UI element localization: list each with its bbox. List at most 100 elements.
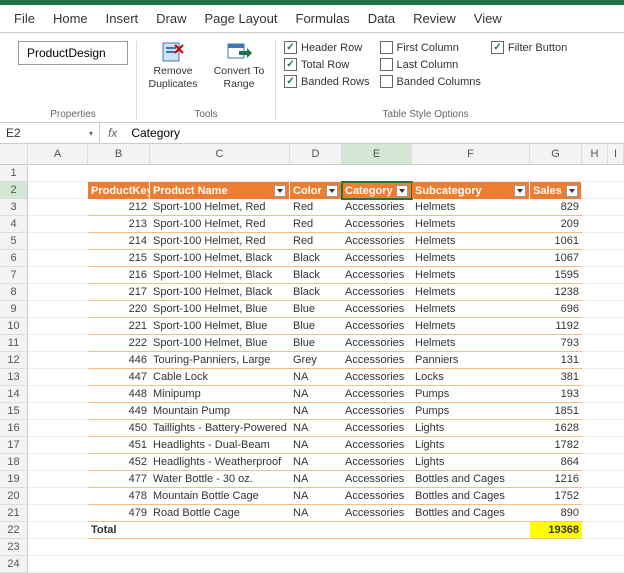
cell-sales[interactable]: 1628 (530, 420, 582, 437)
cell-subcategory[interactable]: Bottles and Cages (412, 505, 530, 522)
cell-color[interactable]: Blue (290, 301, 342, 318)
opt-header-row[interactable]: Header Row (284, 41, 370, 54)
col-header-G[interactable]: G (530, 144, 582, 165)
filter-dropdown-icon[interactable] (566, 185, 578, 197)
cell-color[interactable]: Blue (290, 318, 342, 335)
name-box[interactable]: E2▾ (0, 123, 100, 143)
cell-productkey[interactable]: 215 (88, 250, 150, 267)
table-header-subcategory[interactable]: Subcategory (412, 182, 530, 199)
cell-subcategory[interactable]: Locks (412, 369, 530, 386)
cell-productname[interactable]: Water Bottle - 30 oz. (150, 471, 290, 488)
cell-productkey[interactable]: 479 (88, 505, 150, 522)
cell-sales[interactable]: 1067 (530, 250, 582, 267)
cell-productname[interactable]: Sport-100 Helmet, Blue (150, 335, 290, 352)
cell[interactable] (28, 403, 88, 420)
cell-sales[interactable]: 1238 (530, 284, 582, 301)
cell[interactable] (28, 556, 88, 573)
cell-productkey[interactable]: 449 (88, 403, 150, 420)
cell-sales[interactable]: 1216 (530, 471, 582, 488)
cell-subcategory[interactable]: Lights (412, 420, 530, 437)
cell-color[interactable]: Red (290, 199, 342, 216)
cell[interactable] (530, 556, 582, 573)
cell[interactable] (290, 539, 342, 556)
cell[interactable] (582, 386, 608, 403)
menu-insert[interactable]: Insert (106, 11, 139, 26)
menu-view[interactable]: View (474, 11, 502, 26)
cell-category[interactable]: Accessories (342, 352, 412, 369)
cell[interactable] (582, 182, 608, 199)
col-header-E[interactable]: E (342, 144, 412, 165)
cell-category[interactable]: Accessories (342, 199, 412, 216)
row-header-9[interactable]: 9 (0, 301, 28, 318)
cell-productkey[interactable]: 214 (88, 233, 150, 250)
table-header-sales[interactable]: Sales (530, 182, 582, 199)
cell[interactable] (28, 216, 88, 233)
cell-category[interactable]: Accessories (342, 437, 412, 454)
opt-total-row[interactable]: Total Row (284, 58, 370, 71)
opt-banded-columns[interactable]: Banded Columns (380, 75, 481, 88)
menu-home[interactable]: Home (53, 11, 88, 26)
formula-input[interactable] (125, 123, 624, 143)
cell[interactable] (28, 369, 88, 386)
cell[interactable] (28, 386, 88, 403)
cell-subcategory[interactable]: Pumps (412, 386, 530, 403)
col-header-F[interactable]: F (412, 144, 530, 165)
row-header-22[interactable]: 22 (0, 522, 28, 539)
cell-color[interactable]: Blue (290, 335, 342, 352)
cell-productkey[interactable]: 450 (88, 420, 150, 437)
cell-color[interactable]: NA (290, 437, 342, 454)
cell-color[interactable]: NA (290, 403, 342, 420)
row-header-2[interactable]: 2 (0, 182, 28, 199)
cell-sales[interactable]: 209 (530, 216, 582, 233)
cell-productname[interactable]: Sport-100 Helmet, Black (150, 267, 290, 284)
cell-category[interactable]: Accessories (342, 301, 412, 318)
cell-category[interactable]: Accessories (342, 505, 412, 522)
row-header-15[interactable]: 15 (0, 403, 28, 420)
row-header-16[interactable]: 16 (0, 420, 28, 437)
cell[interactable] (582, 488, 608, 505)
cell[interactable] (290, 556, 342, 573)
cell-productkey[interactable]: 478 (88, 488, 150, 505)
cell[interactable] (582, 437, 608, 454)
cell-category[interactable]: Accessories (342, 233, 412, 250)
cell-productkey[interactable]: 221 (88, 318, 150, 335)
cell-productkey[interactable]: 447 (88, 369, 150, 386)
cell-color[interactable]: Grey (290, 352, 342, 369)
cell[interactable] (290, 165, 342, 182)
fx-icon[interactable]: fx (100, 126, 125, 140)
cell[interactable] (582, 454, 608, 471)
cell-subcategory[interactable]: Pumps (412, 403, 530, 420)
menu-formulas[interactable]: Formulas (296, 11, 350, 26)
cell-productname[interactable]: Sport-100 Helmet, Blue (150, 301, 290, 318)
opt-first-column[interactable]: First Column (380, 41, 481, 54)
cell-productkey[interactable]: 220 (88, 301, 150, 318)
cell-sales[interactable]: 793 (530, 335, 582, 352)
cell[interactable] (28, 352, 88, 369)
cell-subcategory[interactable]: Helmets (412, 284, 530, 301)
cell[interactable] (28, 522, 88, 539)
cell-category[interactable]: Accessories (342, 318, 412, 335)
cell-color[interactable]: NA (290, 420, 342, 437)
cell-subcategory[interactable]: Helmets (412, 199, 530, 216)
cell[interactable] (608, 267, 624, 284)
row-header-4[interactable]: 4 (0, 216, 28, 233)
cell[interactable] (28, 233, 88, 250)
convert-to-range-button[interactable]: Convert To Range (211, 41, 267, 90)
cell-subcategory[interactable]: Panniers (412, 352, 530, 369)
cell-productname[interactable]: Sport-100 Helmet, Black (150, 250, 290, 267)
cell[interactable] (28, 471, 88, 488)
cell-productname[interactable]: Headlights - Dual-Beam (150, 437, 290, 454)
cell-subcategory[interactable]: Helmets (412, 267, 530, 284)
spreadsheet-grid[interactable]: ABCDEFGHI12ProductKeyProduct NameColorCa… (0, 144, 624, 573)
cell[interactable] (28, 165, 88, 182)
cell[interactable] (582, 471, 608, 488)
row-header-10[interactable]: 10 (0, 318, 28, 335)
cell-sales[interactable]: 864 (530, 454, 582, 471)
cell[interactable] (28, 301, 88, 318)
cell[interactable] (150, 522, 290, 539)
table-header-productkey[interactable]: ProductKey (88, 182, 150, 199)
cell[interactable] (582, 522, 608, 539)
cell[interactable] (608, 318, 624, 335)
cell[interactable] (582, 352, 608, 369)
cell[interactable] (582, 301, 608, 318)
